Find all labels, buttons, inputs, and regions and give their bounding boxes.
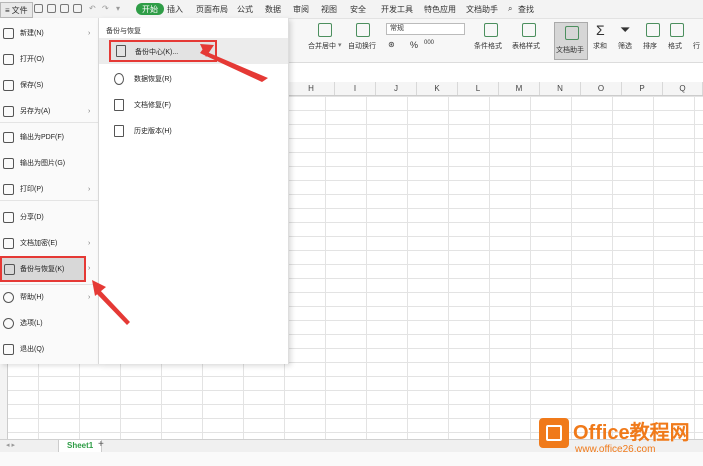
office-logo-icon xyxy=(539,418,569,448)
watermark-url: www.office26.com xyxy=(575,444,656,455)
arrow-to-backup-center xyxy=(200,46,268,82)
annotation-arrows xyxy=(92,44,268,325)
watermark-title: Office教程网 xyxy=(573,422,690,444)
watermark: Office教程网 www.office26.com xyxy=(537,418,703,466)
arrow-to-backup-restore xyxy=(95,288,130,325)
